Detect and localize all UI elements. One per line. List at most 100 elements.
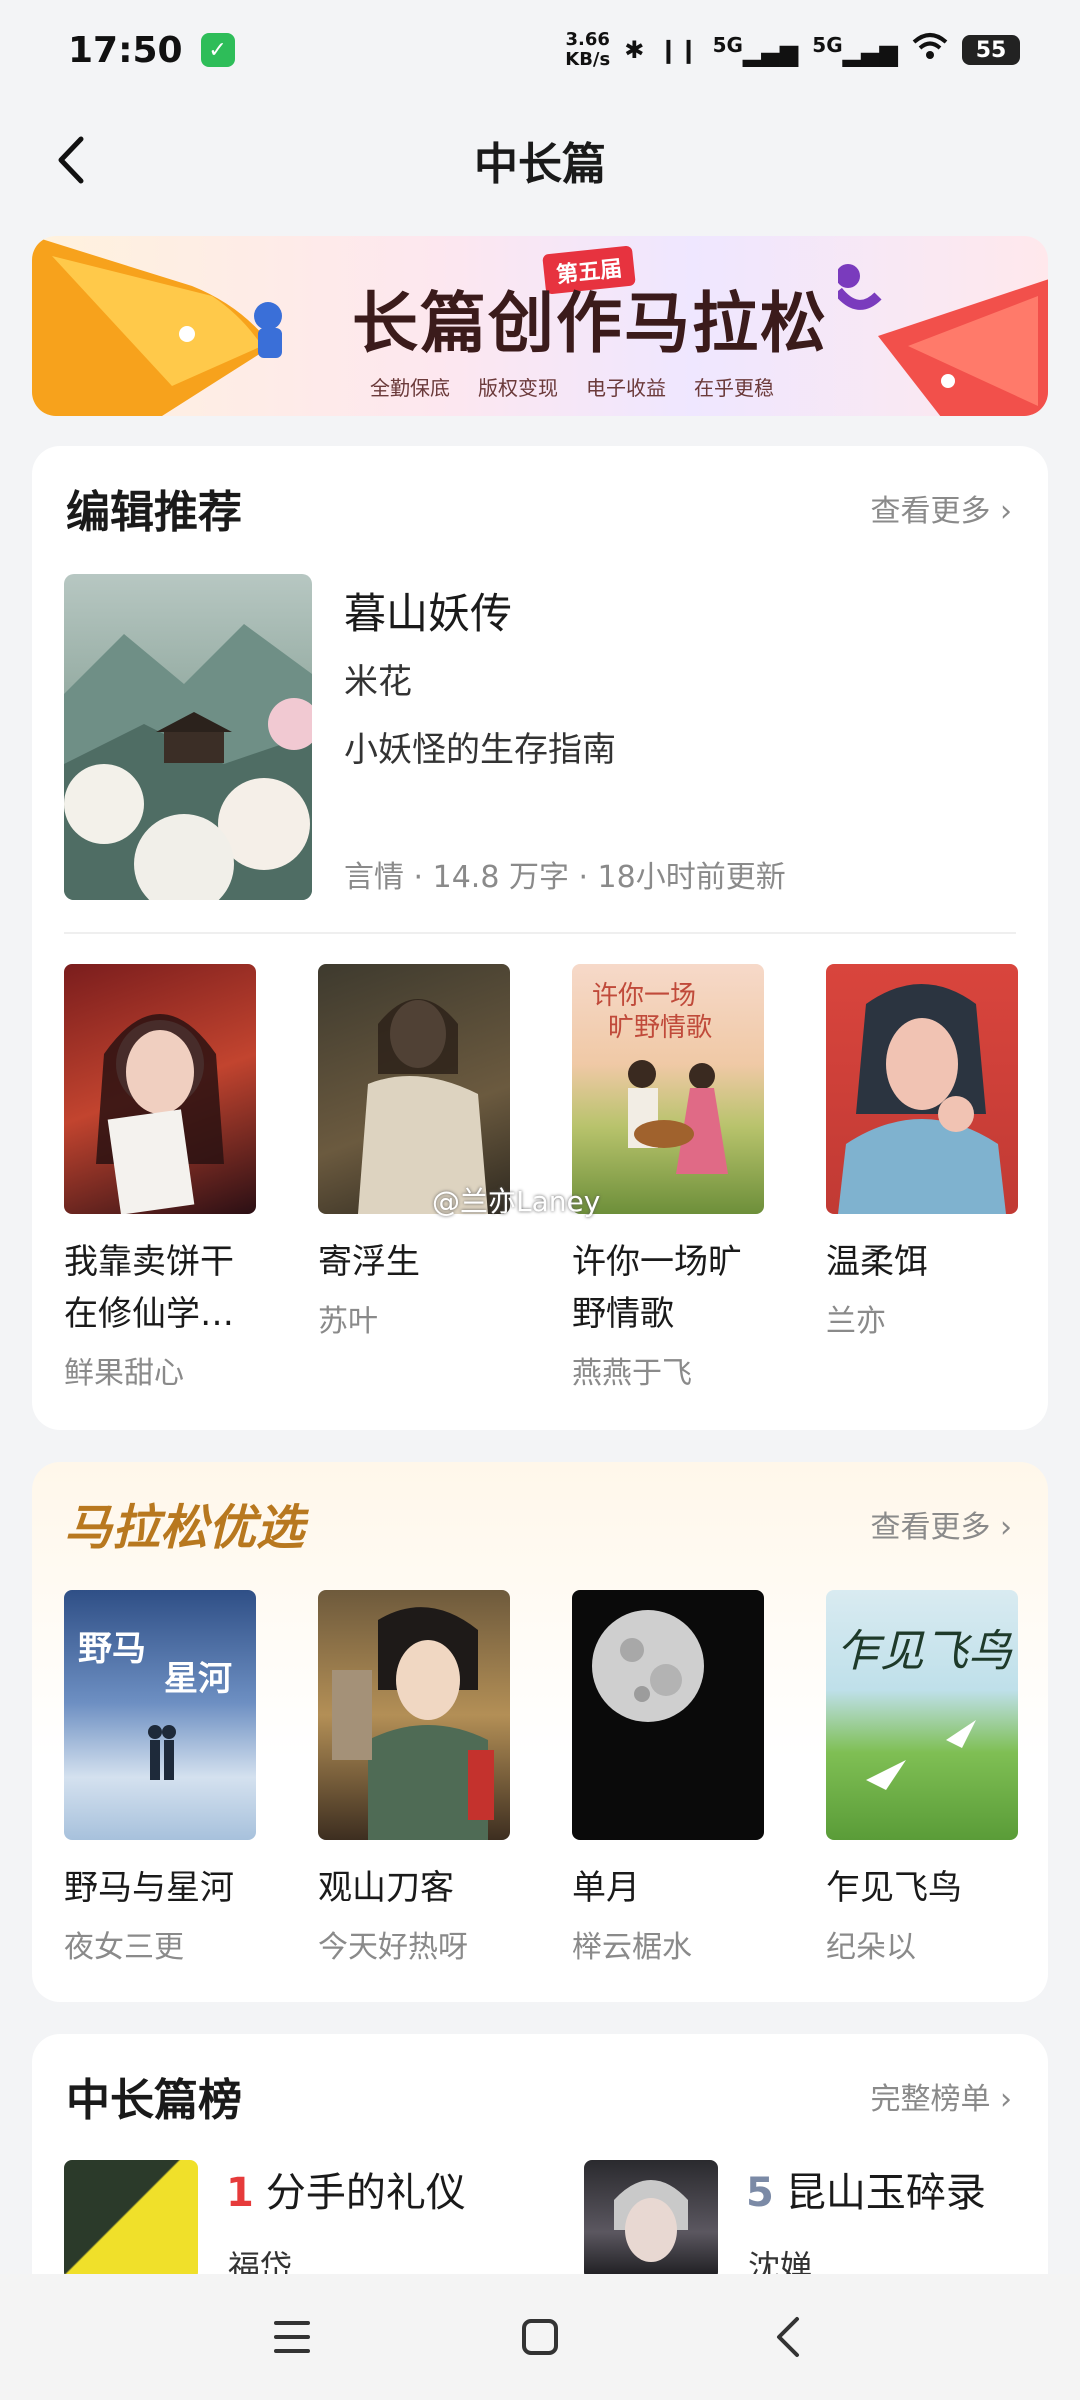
- wifi-icon: [912, 32, 948, 68]
- signal-label-1: 5G: [712, 33, 743, 57]
- system-nav-bar: [0, 2274, 1080, 2400]
- book-author: 鲜果甜心: [64, 1356, 184, 1391]
- watermark: @兰亦Laney: [432, 1185, 601, 1218]
- book-title: 野马与星河: [64, 1868, 234, 1908]
- section-title: 中长篇榜: [66, 2075, 242, 2126]
- ranking-item[interactable]: 5 昆山玉碎录 沈婵: [584, 2160, 1024, 2288]
- book-author: 纪朵以: [826, 1930, 916, 1965]
- pen-illustration-left: [32, 236, 282, 416]
- book-item[interactable]: 我靠卖饼干在修仙学… 鲜果甜心: [64, 964, 256, 1392]
- book-item[interactable]: 寄浮生 苏叶: [318, 964, 510, 1392]
- back-icon: [777, 2317, 799, 2357]
- book-item[interactable]: 许你一场 旷野情歌 许你一场旷野情歌 燕燕于飞: [572, 964, 764, 1392]
- pen-illustration-right: [838, 264, 1048, 416]
- signal-icon-2: 5G▂▄▆: [812, 33, 898, 67]
- book-author: 苏叶: [318, 1304, 378, 1339]
- bluetooth-icon: ✱: [624, 36, 645, 64]
- signal-icon-1: 5G▂▄▆: [712, 33, 799, 67]
- page-title: 中长篇: [474, 139, 606, 190]
- featured-author: 米花: [344, 662, 412, 702]
- banner-tags: 全勤保底 版权变现 电子收益 在乎更稳: [370, 372, 774, 401]
- book-author: 兰亦: [826, 1304, 886, 1339]
- home-icon: [522, 2319, 558, 2355]
- book-item[interactable]: 乍见飞鸟 乍见飞鸟 纪朵以: [826, 1590, 1018, 1966]
- book-title: 我靠卖饼干在修仙学…: [64, 1242, 234, 1334]
- rank-title: 分手的礼仪: [265, 2170, 466, 2216]
- battery-icon: 55: [962, 35, 1020, 65]
- back-button[interactable]: [40, 130, 100, 190]
- status-right: 3.66 KB/s ✱ ❙❙ 5G▂▄▆ 5G▂▄▆ 55: [565, 30, 1020, 70]
- featured-description: 小妖怪的生存指南: [344, 730, 616, 770]
- rank-number: 1: [226, 2170, 254, 2216]
- book-item[interactable]: 单月 榉云椐水: [572, 1590, 764, 1966]
- marathon-banner[interactable]: 第五届 长篇创作马拉松 全勤保底 版权变现 电子收益 在乎更稳: [32, 236, 1048, 416]
- featured-meta: 言情 · 14.8 万字 · 18小时前更新: [344, 860, 786, 895]
- ranking-info: 1 分手的礼仪 福岱: [226, 2160, 466, 2288]
- divider: [64, 932, 1016, 934]
- svg-text:星河: 星河: [164, 1659, 232, 1699]
- earbuds-icon: ❙❙: [658, 36, 699, 64]
- book-cover: [64, 964, 256, 1214]
- status-bar: 17:50 ✓ 3.66 KB/s ✱ ❙❙ 5G▂▄▆ 5G▂▄▆ 55: [0, 0, 1080, 100]
- signal-label-2: 5G: [812, 33, 843, 57]
- book-item[interactable]: 野马 星河 野马与星河 夜女三更: [64, 1590, 256, 1966]
- featured-book[interactable]: 暮山妖传 米花 小妖怪的生存指南 言情 · 14.8 万字 · 18小时前更新: [64, 574, 1014, 904]
- full-ranking-link[interactable]: 完整榜单 ›: [870, 2074, 1012, 2118]
- book-cover: [64, 574, 312, 900]
- marathon-book-row: 野马 星河 野马与星河 夜女三更 观山刀客 今天好热呀 单月 榉云椐水 乍见飞鸟 …: [64, 1590, 1018, 1966]
- net-speed: 3.66 KB/s: [565, 30, 610, 70]
- editor-recommend-card: 编辑推荐 查看更多 › 暮山妖传 米花 小妖怪的生存指南 言情 · 14.8 万…: [32, 446, 1048, 1430]
- book-cover: [572, 1590, 764, 1840]
- ranking-info: 5 昆山玉碎录 沈婵: [746, 2160, 986, 2288]
- net-speed-value: 3.66: [565, 29, 610, 50]
- book-title: 乍见飞鸟: [826, 1868, 962, 1908]
- book-author: 夜女三更: [64, 1930, 184, 1965]
- book-cover: [826, 964, 1018, 1214]
- svg-text:许你一场: 许你一场: [592, 981, 696, 1011]
- featured-title: 暮山妖传: [344, 589, 513, 638]
- banner-title: 长篇创作马拉松: [352, 284, 828, 362]
- rank-number: 5: [746, 2170, 774, 2216]
- status-left: 17:50 ✓: [68, 30, 235, 71]
- book-cover: 乍见飞鸟: [826, 1590, 1018, 1840]
- clock: 17:50: [68, 29, 183, 71]
- section-title: 马拉松优选: [64, 1500, 305, 1556]
- book-item[interactable]: 温柔饵 兰亦: [826, 964, 1018, 1392]
- banner-tag: 电子收益: [586, 376, 666, 400]
- home-button[interactable]: [516, 2313, 564, 2361]
- svg-text:乍见飞鸟: 乍见飞鸟: [836, 1626, 1013, 1677]
- chevron-left-icon: [58, 136, 84, 184]
- ranking-item[interactable]: 1 分手的礼仪 福岱: [64, 2160, 504, 2288]
- book-author: 榉云椐水: [572, 1930, 692, 1965]
- book-title: 单月: [572, 1868, 640, 1908]
- book-cover: [318, 964, 510, 1214]
- banner-tag: 版权变现: [478, 376, 558, 400]
- book-cover: 许你一场 旷野情歌: [572, 964, 764, 1214]
- svg-text:野马: 野马: [78, 1629, 146, 1669]
- book-title: 许你一场旷野情歌: [572, 1242, 742, 1334]
- shield-icon: ✓: [200, 33, 235, 67]
- net-speed-unit: KB/s: [565, 49, 611, 70]
- section-title: 编辑推荐: [66, 487, 242, 538]
- book-cover: [584, 2160, 718, 2280]
- book-title: 寄浮生: [318, 1242, 420, 1282]
- back-nav-button[interactable]: [764, 2313, 812, 2361]
- rank-title: 昆山玉碎录: [785, 2170, 986, 2216]
- book-cover: [318, 1590, 510, 1840]
- app-header: 中长篇: [0, 110, 1080, 210]
- book-cover: 野马 星河: [64, 1590, 256, 1840]
- book-title: 观山刀客: [318, 1868, 454, 1908]
- see-more-link[interactable]: 查看更多 ›: [870, 486, 1012, 530]
- menu-button[interactable]: [268, 2313, 316, 2361]
- banner-tag: 在乎更稳: [694, 376, 774, 400]
- marathon-picks-card: 马拉松优选 查看更多 › 野马 星河 野马与星河 夜女三更 观山刀客 今天好热呀 …: [32, 1462, 1048, 2002]
- editor-book-row: 我靠卖饼干在修仙学… 鲜果甜心 寄浮生 苏叶 许你一场 旷野情歌 许你一场旷野情歌…: [64, 964, 1018, 1392]
- book-item[interactable]: 观山刀客 今天好热呀: [318, 1590, 510, 1966]
- menu-icon: [274, 2321, 310, 2353]
- book-cover: [64, 2160, 198, 2280]
- see-more-link[interactable]: 查看更多 ›: [870, 1502, 1012, 1546]
- book-title: 温柔饵: [826, 1242, 928, 1282]
- book-author: 今天好热呀: [318, 1930, 468, 1965]
- ranking-row: 1 分手的礼仪 福岱 5 昆山玉碎录 沈婵: [64, 2160, 1024, 2288]
- book-author: 燕燕于飞: [572, 1356, 692, 1391]
